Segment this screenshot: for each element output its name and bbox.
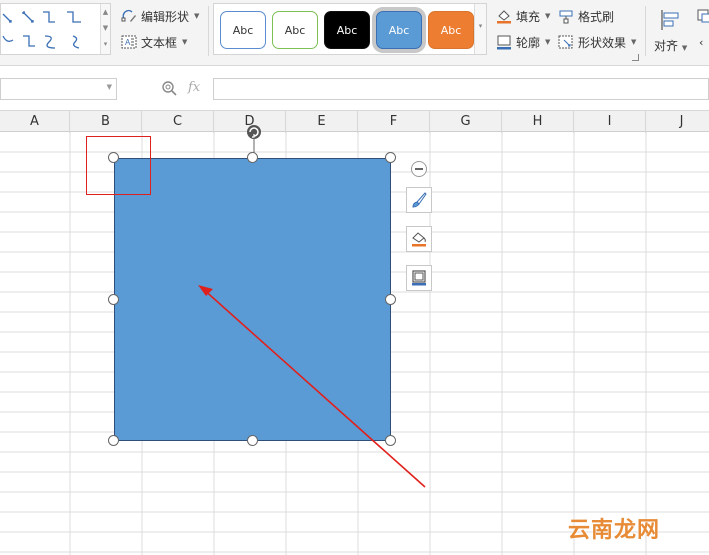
spreadsheet-app: ▲ ▼ ▾ 编辑形状 ▼ A 文本框 ▼ Abc Abc Abc Abc Abc… [0,0,709,555]
watermark-logo: 云南龙网 [568,518,661,543]
annotation-arrow [198,285,426,488]
